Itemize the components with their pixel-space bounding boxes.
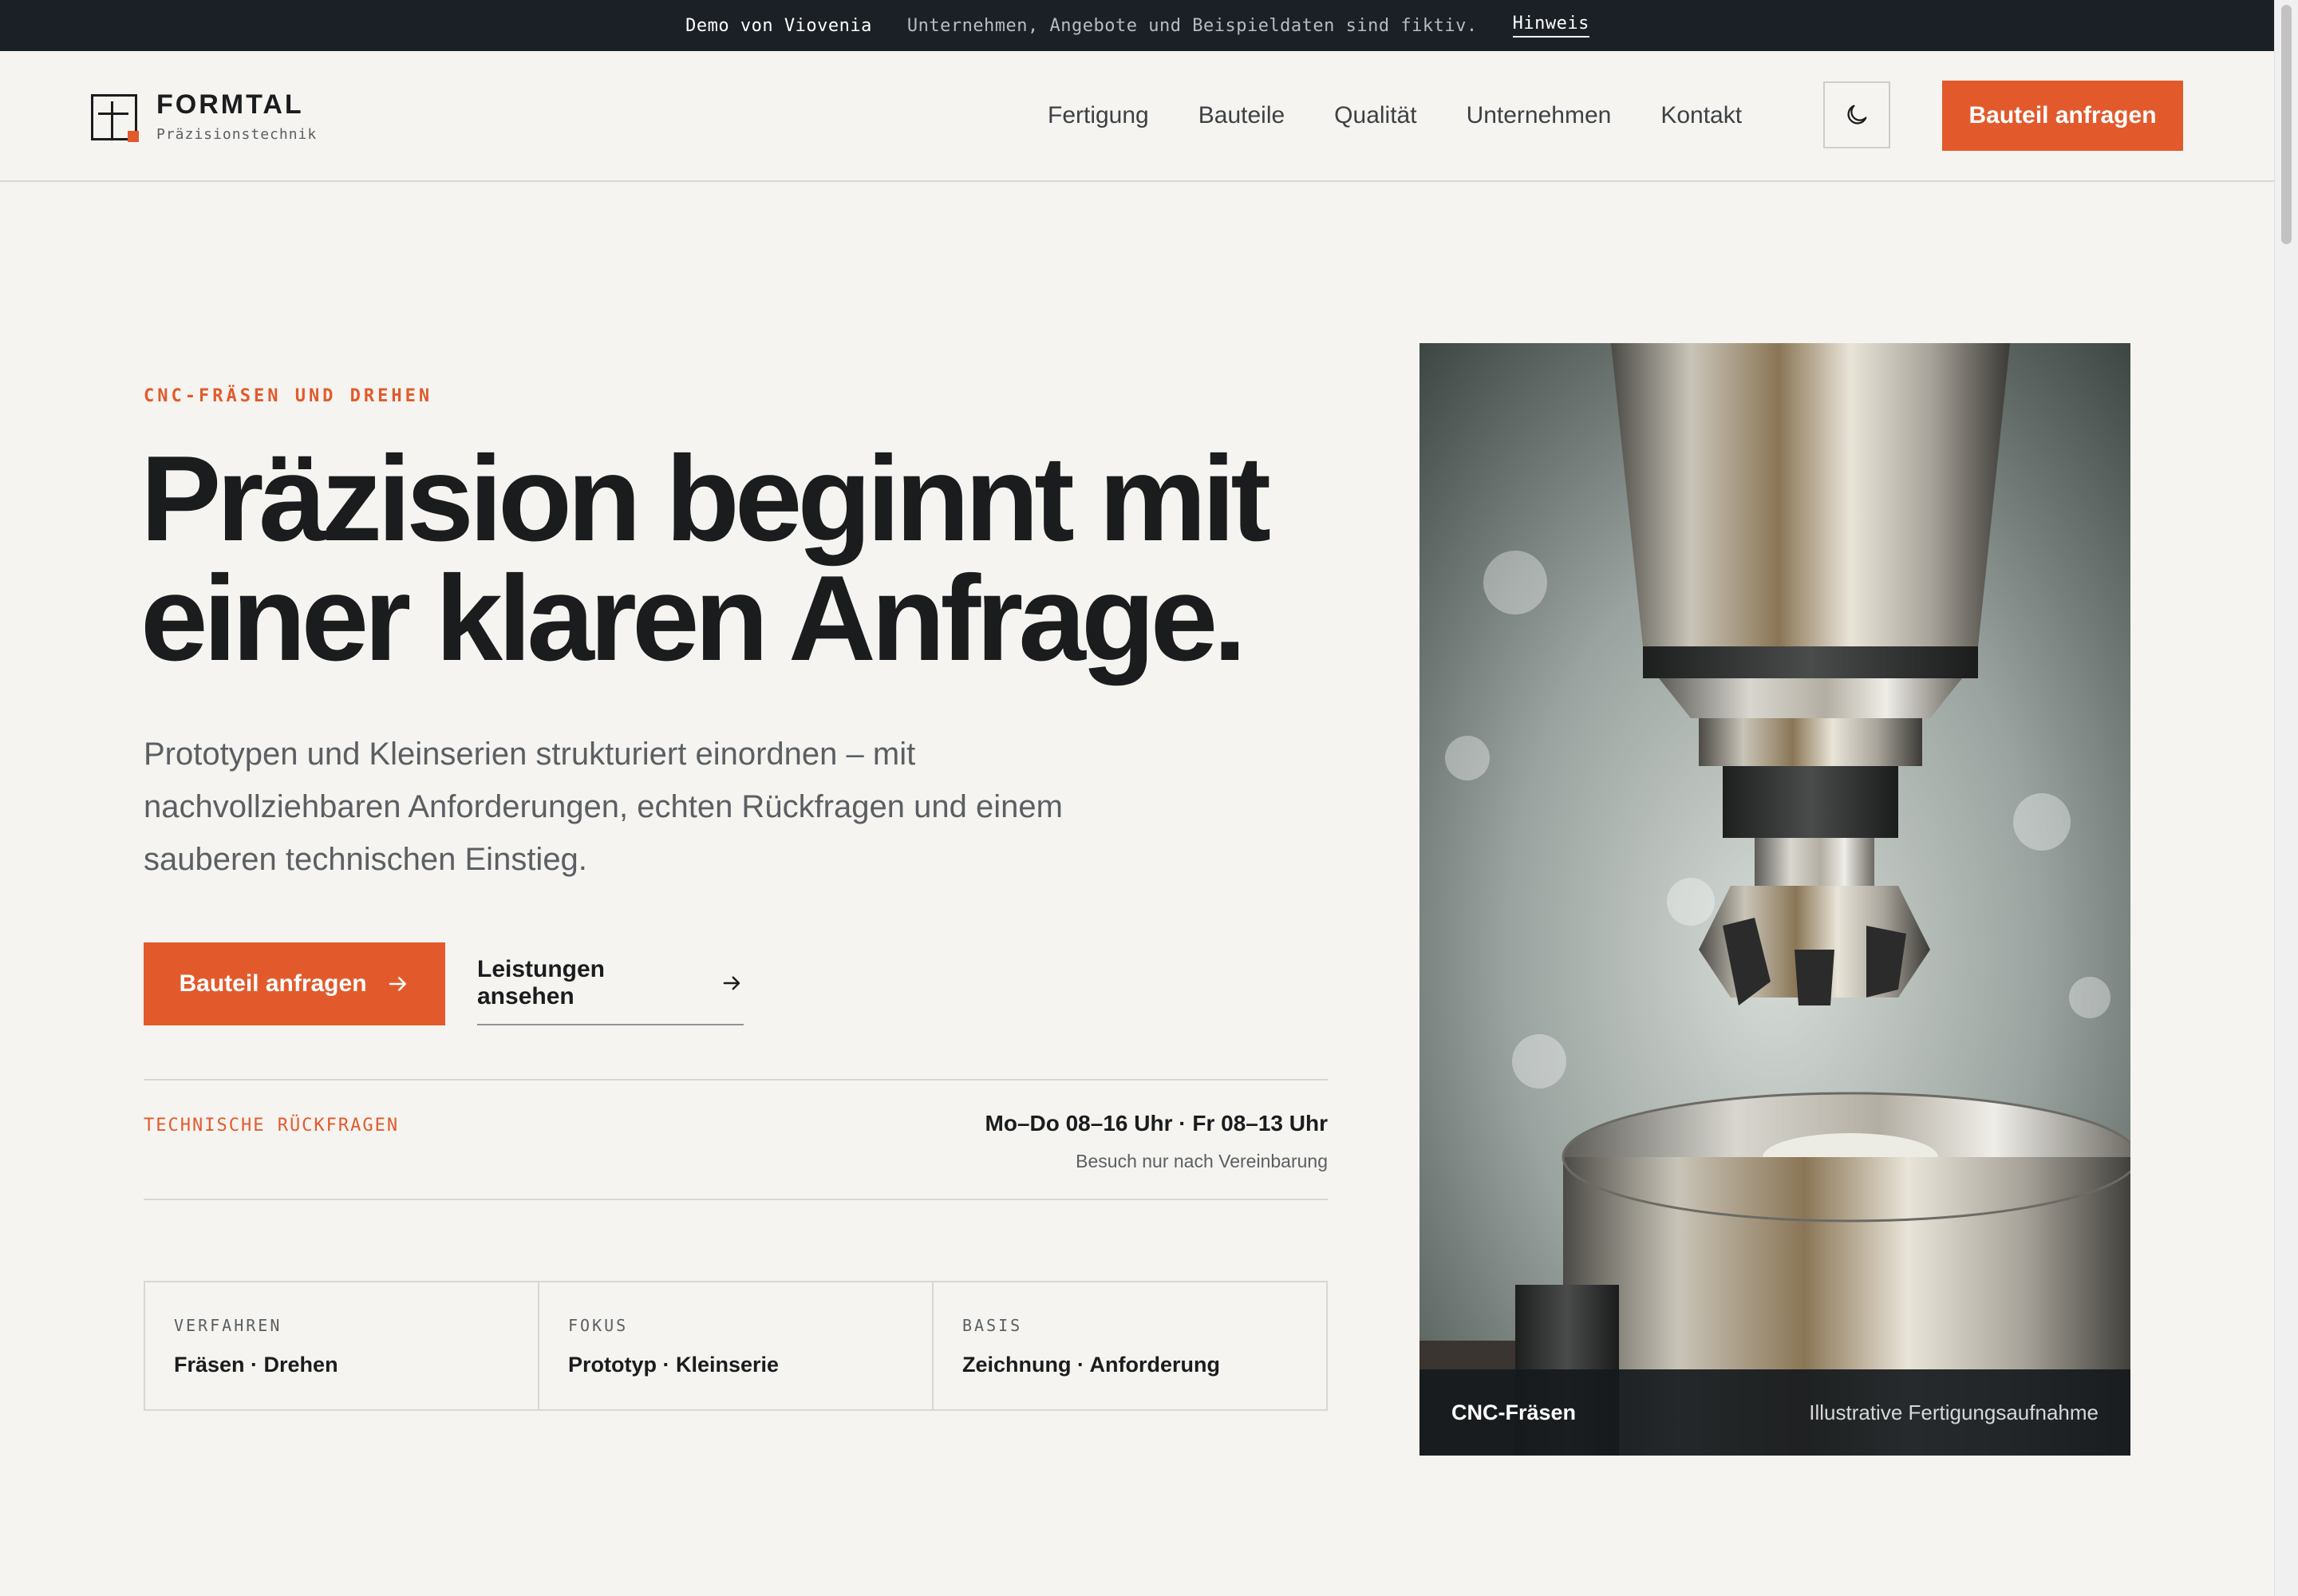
view-services-link[interactable]: Leistungen ansehen	[477, 942, 744, 1025]
banner-brand: Demo von Viovenia	[685, 15, 872, 36]
nav-item-fertigung[interactable]: Fertigung	[1048, 102, 1149, 129]
hero-title-line-1: Präzision beginnt mit	[140, 431, 1271, 567]
contact-note: Besuch nur nach Vereinbarung	[1076, 1151, 1328, 1171]
hero-lead: Prototypen und Kleinserien strukturiert …	[144, 737, 1063, 877]
banner-note: Unternehmen, Angebote und Beispieldaten …	[906, 15, 1478, 36]
hero-title: Präzision beginnt mit einer klaren Anfra…	[140, 431, 1337, 686]
fact-value: Prototyp · Kleinserie	[568, 1353, 780, 1377]
fact-label: FOKUS	[568, 1316, 629, 1335]
page-scrollbar[interactable]	[2274, 0, 2298, 1596]
logo-subtitle: Präzisionstechnik	[156, 126, 318, 143]
logo-mark-icon	[91, 93, 139, 142]
hero-title-line-2: einer klaren Anfrage.	[140, 551, 1247, 686]
hero-image: CNC-Fräsen Illustrative Fertigungsaufnah…	[1419, 343, 2130, 1456]
fact-fokus: FOKUS Prototyp · Kleinserie	[539, 1282, 934, 1409]
fact-verfahren: VERFAHREN Fräsen · Drehen	[145, 1282, 539, 1409]
theme-toggle-button[interactable]	[1823, 81, 1890, 148]
cnc-milling-illustration	[1419, 343, 2130, 1456]
caption-title: CNC-Fräsen	[1451, 1400, 1577, 1424]
scrollbar-thumb[interactable]	[2281, 5, 2292, 244]
header-cta-button[interactable]: Bauteil anfragen	[1942, 81, 2183, 151]
arrow-right-icon	[389, 977, 406, 991]
fact-label: BASIS	[962, 1316, 1023, 1335]
nav-item-qualitaet[interactable]: Qualität	[1334, 102, 1416, 129]
nav-item-bauteile[interactable]: Bauteile	[1198, 102, 1285, 129]
caption-note: Illustrative Fertigungsaufnahme	[1809, 1400, 2099, 1424]
request-part-button[interactable]: Bauteil anfragen	[144, 942, 445, 1025]
view-services-label: Leistungen ansehen	[477, 956, 606, 1009]
demo-banner: Demo von Viovenia Unternehmen, Angebote …	[0, 0, 2275, 51]
contact-label: TECHNISCHE RÜCKFRAGEN	[144, 1116, 400, 1136]
nav-item-unternehmen[interactable]: Unternehmen	[1467, 102, 1612, 129]
image-caption: CNC-Fräsen Illustrative Fertigungsaufnah…	[1419, 1369, 2130, 1456]
fact-value: Fräsen · Drehen	[174, 1353, 338, 1377]
banner-hint-link[interactable]: Hinweis	[1512, 14, 1589, 38]
fact-label: VERFAHREN	[174, 1316, 282, 1335]
main-nav: Fertigung Bauteile Qualität Unternehmen …	[1048, 51, 1742, 180]
hero-eyebrow: CNC-FRÄSEN UND DREHEN	[144, 386, 433, 406]
contact-hours: Mo–Do 08–16 Uhr · Fr 08–13 Uhr	[985, 1111, 1329, 1136]
logo[interactable]: FORMTAL Präzisionstechnik	[91, 91, 317, 143]
nav-item-kontakt[interactable]: Kontakt	[1660, 102, 1742, 129]
moon-icon	[1847, 105, 1867, 124]
logo-name: FORMTAL	[156, 89, 304, 120]
site-header: FORMTAL Präzisionstechnik Fertigung Baut…	[0, 51, 2275, 182]
fact-value: Zeichnung · Anforderung	[962, 1353, 1220, 1377]
arrow-right-icon	[723, 976, 740, 990]
contact-info: TECHNISCHE RÜCKFRAGEN Mo–Do 08–16 Uhr · …	[144, 1079, 1328, 1200]
facts-grid: VERFAHREN Fräsen · Drehen FOKUS Prototyp…	[144, 1281, 1328, 1411]
request-part-label: Bauteil anfragen	[179, 970, 367, 997]
fact-basis: BASIS Zeichnung · Anforderung	[934, 1282, 1326, 1409]
